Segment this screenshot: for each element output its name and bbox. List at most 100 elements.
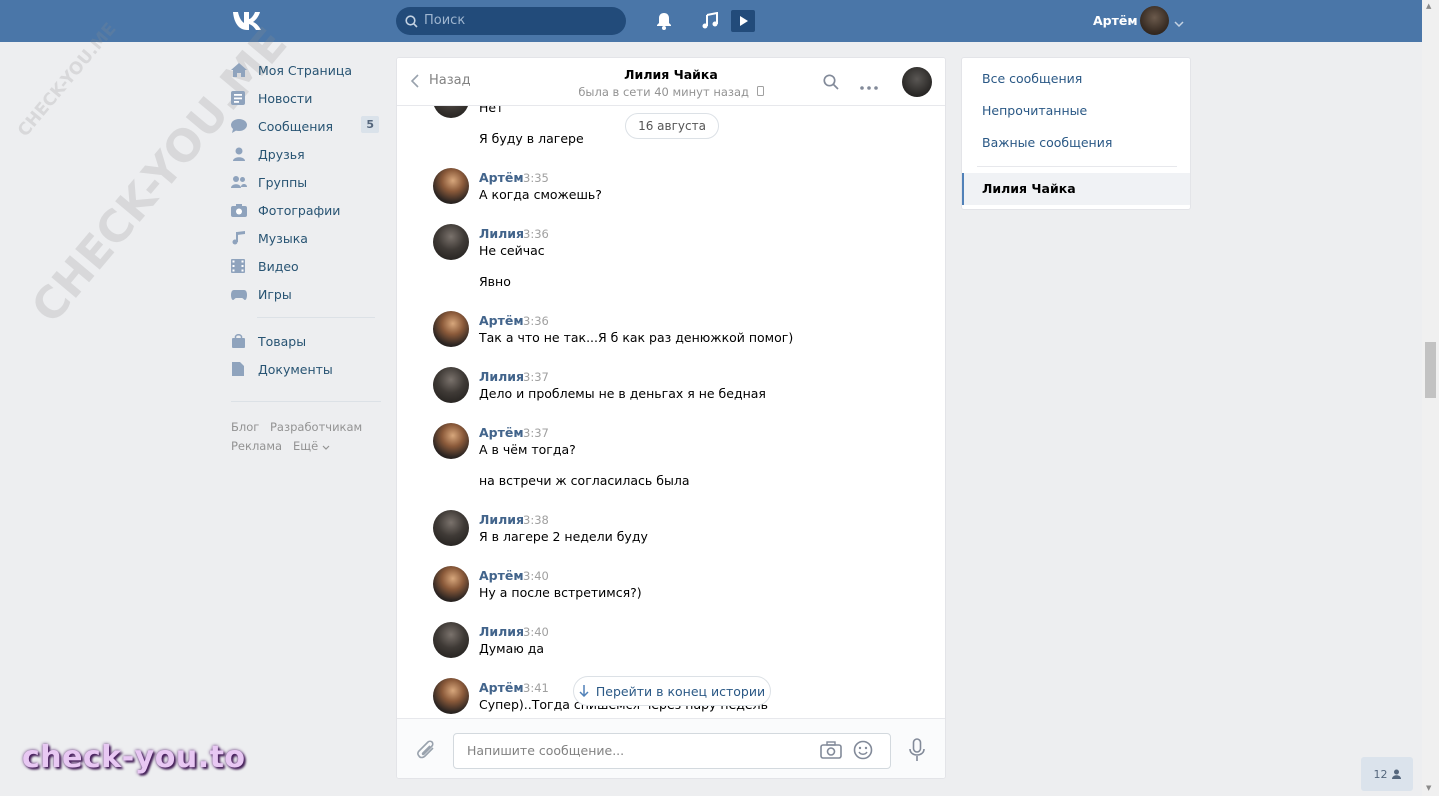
- menu-item-goods[interactable]: Товары: [231, 329, 381, 353]
- filter-all-messages[interactable]: Все сообщения: [982, 71, 1082, 86]
- chat-search-icon[interactable]: [823, 74, 839, 94]
- message-text: Нет: [479, 106, 504, 115]
- camera-icon[interactable]: [820, 741, 842, 763]
- menu-item-label: Новости: [258, 90, 313, 106]
- message-time: 3:38: [523, 513, 549, 527]
- message-time: 3:36: [523, 314, 549, 328]
- scroll-up-arrow-icon[interactable]: ▲: [1426, 2, 1431, 10]
- message-text: А в чём тогда?: [479, 442, 576, 457]
- chevron-down-icon: [322, 445, 330, 450]
- smile-icon[interactable]: [853, 740, 873, 764]
- page-scrollbar[interactable]: ▲ ▼: [1422, 0, 1439, 796]
- footer-developers-link[interactable]: Разработчикам: [270, 420, 362, 434]
- message-text: на встречи ж согласилась была: [479, 473, 690, 488]
- message-author[interactable]: Лилия: [479, 624, 524, 639]
- message-avatar[interactable]: [433, 510, 469, 546]
- message-avatar[interactable]: [433, 311, 469, 347]
- menu-item-label: Моя Страница: [258, 62, 352, 78]
- menu-item-video[interactable]: Видео: [231, 254, 381, 278]
- menu-item-games[interactable]: Игры: [231, 282, 381, 306]
- message-avatar[interactable]: [433, 423, 469, 459]
- footer-blog-link[interactable]: Блог: [231, 420, 259, 434]
- mobile-icon: [756, 86, 764, 96]
- chat-panel: Назад Лилия Чайка была в сети 40 минут н…: [396, 57, 946, 779]
- music-icon[interactable]: [701, 11, 719, 34]
- bag-icon: [232, 334, 245, 348]
- message-author[interactable]: Артём: [479, 425, 524, 440]
- messages-icon: [231, 119, 247, 133]
- message-time: 3:35: [523, 171, 549, 185]
- document-icon: [232, 362, 244, 376]
- paperclip-icon[interactable]: [417, 739, 437, 765]
- menu-item-music[interactable]: Музыка: [231, 226, 381, 250]
- filter-unread[interactable]: Непрочитанные: [982, 103, 1087, 118]
- search-input[interactable]: Поиск: [396, 7, 626, 35]
- top-header: Поиск Артём: [0, 0, 1422, 42]
- message-author[interactable]: Артём: [479, 170, 524, 185]
- message-text: Явно: [479, 274, 511, 289]
- message-time: 3:41: [523, 681, 549, 695]
- message-avatar[interactable]: [433, 566, 469, 602]
- message-text: Не сейчас: [479, 243, 545, 258]
- header-avatar[interactable]: [1140, 6, 1169, 35]
- more-options-icon[interactable]: [860, 79, 878, 94]
- search-icon: [405, 15, 418, 28]
- filter-important[interactable]: Важные сообщения: [982, 135, 1112, 150]
- message-composer: Напишите сообщение...: [397, 718, 945, 778]
- message-author[interactable]: Лилия: [479, 369, 524, 384]
- menu-item-label: Фотографии: [258, 202, 341, 218]
- menu-item-label: Товары: [258, 333, 307, 349]
- message-text: Дело и проблемы не в деньгах я не бедная: [479, 386, 766, 401]
- menu-separator: [257, 317, 375, 318]
- online-friends-counter[interactable]: 12: [1361, 757, 1413, 791]
- jump-to-end-button[interactable]: Перейти в конец истории: [573, 676, 771, 706]
- message-author[interactable]: Артём: [479, 568, 524, 583]
- menu-item-messages[interactable]: Сообщения 5: [231, 114, 381, 138]
- arrow-down-icon: [579, 685, 589, 697]
- menu-item-groups[interactable]: Группы: [231, 170, 381, 194]
- message-time: 3:37: [523, 370, 549, 384]
- chevron-down-icon[interactable]: [1174, 16, 1184, 31]
- menu-separator: [231, 401, 381, 402]
- camera-icon: [231, 204, 247, 217]
- message-avatar[interactable]: [433, 106, 469, 118]
- message-avatar[interactable]: [433, 367, 469, 403]
- message-text: Я в лагере 2 недели буду: [479, 529, 648, 544]
- message-author[interactable]: Лилия: [479, 226, 524, 241]
- video-icon: [231, 259, 245, 273]
- message-author[interactable]: Артём: [479, 313, 524, 328]
- microphone-icon[interactable]: [909, 738, 925, 766]
- message-author[interactable]: Артём: [479, 680, 524, 695]
- message-time: 3:40: [523, 625, 549, 639]
- date-separator: 16 августа: [625, 113, 719, 139]
- header-user-name[interactable]: Артём: [1093, 13, 1138, 28]
- menu-item-label: Музыка: [258, 230, 308, 246]
- message-time: 3:36: [523, 227, 549, 241]
- menu-item-my-page[interactable]: Моя Страница: [231, 58, 381, 82]
- scrollbar-thumb[interactable]: [1425, 342, 1436, 398]
- menu-item-label: Документы: [258, 361, 333, 377]
- message-avatar[interactable]: [433, 224, 469, 260]
- play-icon[interactable]: [731, 10, 755, 36]
- menu-item-documents[interactable]: Документы: [231, 357, 381, 381]
- message-avatar[interactable]: [433, 168, 469, 204]
- search-placeholder: Поиск: [424, 13, 466, 28]
- bell-icon[interactable]: [656, 12, 672, 34]
- peer-avatar[interactable]: [902, 67, 932, 97]
- footer-ads-link[interactable]: Реклама: [231, 439, 282, 453]
- menu-item-news[interactable]: Новости: [231, 86, 381, 110]
- menu-item-photos[interactable]: Фотографии: [231, 198, 381, 222]
- message-author[interactable]: Лилия: [479, 512, 524, 527]
- message-text: Думаю да: [479, 641, 545, 656]
- jump-to-end-label: Перейти в конец истории: [595, 683, 766, 699]
- menu-item-label: Сообщения: [258, 118, 334, 134]
- message-avatar[interactable]: [433, 622, 469, 658]
- active-dialog-item[interactable]: Лилия Чайка: [962, 173, 1190, 205]
- footer-more-link[interactable]: Ещё: [293, 439, 330, 453]
- message-time: 3:37: [523, 426, 549, 440]
- message-text: Так а что не так...Я б как раз денюжкой …: [479, 330, 794, 345]
- menu-item-friends[interactable]: Друзья: [231, 142, 381, 166]
- message-avatar[interactable]: [433, 678, 469, 714]
- scroll-down-arrow-icon[interactable]: ▼: [1426, 784, 1431, 792]
- vk-logo[interactable]: [231, 9, 265, 31]
